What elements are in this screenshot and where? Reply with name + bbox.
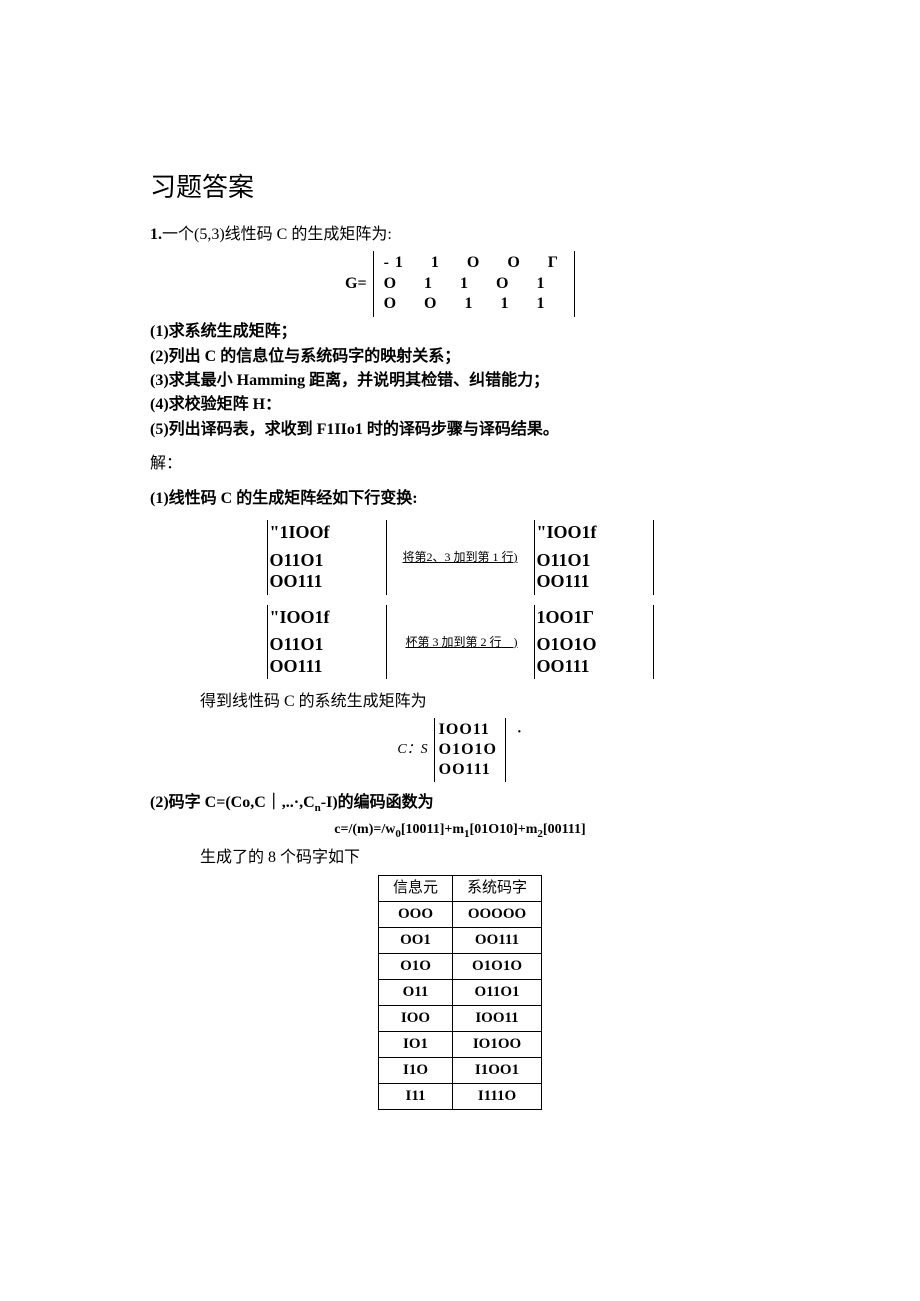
matrix-G-row: O O 1 1 1	[384, 294, 564, 315]
question-4: (4)求校验矩阵 H：	[150, 394, 770, 416]
table-cell: OOO	[378, 902, 452, 928]
transform-matrix-3: "IOO1f O11O1 OO111	[267, 605, 387, 680]
matrix-row: IOO11	[439, 720, 497, 740]
question-3: (3)求其最小 Hamming 距离，并说明其检错、纠错能力；	[150, 370, 770, 392]
matrix-row: "1IOOf	[270, 522, 380, 544]
document-page: 习题答案 1.一个(5,3)线性码 C 的生成矩阵为: G= -1 1 O O …	[0, 0, 920, 1170]
table-cell: I111O	[453, 1084, 542, 1110]
matrix-row: "IOO1f	[270, 607, 380, 629]
gs-label: C：S	[397, 740, 427, 760]
table-cell: IO1OO	[453, 1032, 542, 1058]
matrix-row: OO111	[537, 571, 647, 593]
table-cell: OO1	[378, 928, 452, 954]
table-cell: OOOOO	[453, 902, 542, 928]
codeword-table: 信息元 系统码字 OOOOOOOO OO1OO111 O1OO1O1O O11O…	[378, 875, 542, 1110]
matrix-row: OO111	[270, 656, 380, 678]
question-5: (5)列出译码表，求收到 F1IIo1 时的译码步骤与译码结果。	[150, 419, 770, 441]
part2-intro-b: -I)的编码函数为	[321, 794, 434, 811]
matrix-row: OO111	[537, 656, 647, 678]
solution-label: 解：	[150, 453, 770, 475]
formula-r0: [10011]+m	[401, 822, 464, 837]
formula-lhs: c=/(m)=/w	[334, 822, 395, 837]
table-cell: IOO	[378, 1006, 452, 1032]
question-list: (1)求系统生成矩阵； (2)列出 C 的信息位与系统码字的映射关系； (3)求…	[150, 321, 770, 441]
matrix-row: "IOO1f	[537, 522, 647, 544]
table-cell: I1O	[378, 1058, 452, 1084]
table-cell: O11O1	[453, 980, 542, 1006]
table-cell: OO111	[453, 928, 542, 954]
transform-matrix-4: 1OO1Γ O1O1O OO111	[534, 605, 654, 680]
part1-intro: (1)线性码 C 的生成矩阵经如下行变换:	[150, 488, 770, 510]
table-cell: O1O	[378, 954, 452, 980]
table-header: 信息元	[378, 876, 452, 902]
part2-intro: (2)码字 C=(Co,C｜,..·,Cn-I)的编码函数为	[150, 792, 770, 817]
part2-intro-a: (2)码字 C=(Co,C｜,..·,C	[150, 794, 315, 811]
gs-intro: 得到线性码 C 的系统生成矩阵为	[150, 691, 770, 713]
matrix-row: O11O1	[270, 634, 380, 656]
matrix-row: O1O1O	[439, 740, 497, 760]
question-2: (2)列出 C 的信息位与系统码字的映射关系；	[150, 346, 770, 368]
gs-matrix-body: IOO11 O1O1O OO111	[434, 718, 506, 782]
table-cell: I11	[378, 1084, 452, 1110]
matrix-row: O11O1	[537, 550, 647, 572]
table-cell: O1O1O	[453, 954, 542, 980]
problem-number: 1.	[150, 226, 162, 243]
matrix-G-body: -1 1 O O Γ O 1 1 O 1 O O 1 1 1	[373, 251, 575, 317]
matrix-row: OO111	[439, 760, 497, 780]
matrix-G-row: -1 1 O O Γ	[384, 253, 564, 274]
matrix-row: O1O1O	[537, 634, 647, 656]
matrix-row: O11O1	[270, 550, 380, 572]
table-header: 系统码字	[453, 876, 542, 902]
problem-intro-text: 一个(5,3)线性码 C 的生成矩阵为:	[162, 226, 392, 243]
table-cell: O11	[378, 980, 452, 1006]
matrix-G: G= -1 1 O O Γ O 1 1 O 1 O O 1 1 1	[150, 251, 770, 317]
formula-r2: [00111]	[543, 822, 586, 837]
encoding-formula: c=/(m)=/w0[10011]+m1[01O10]+m2[00111]	[150, 820, 770, 842]
table-cell: I1OO1	[453, 1058, 542, 1084]
matrix-G-label: G=	[345, 273, 367, 295]
question-1: (1)求系统生成矩阵；	[150, 321, 770, 343]
gs-matrix-block: C：S IOO11 O1O1O OO111 ·	[150, 718, 770, 782]
gs-dot: ·	[516, 718, 523, 746]
transform-matrix-1: "1IOOf O11O1 OO111	[267, 520, 387, 595]
formula-r1: [01O10]+m	[470, 822, 538, 837]
table-cell: IO1	[378, 1032, 452, 1058]
matrix-row: OO111	[270, 571, 380, 593]
page-title: 习题答案	[150, 170, 770, 206]
problem-intro: 1.一个(5,3)线性码 C 的生成矩阵为:	[150, 224, 770, 246]
transform-matrix-2: "IOO1f O11O1 OO111	[534, 520, 654, 595]
transform-note-1: 将第2、3 加到第 1 行)	[395, 520, 526, 595]
transform-note-2: 杯第 3 加到第 2 行 )	[395, 605, 526, 680]
table-intro: 生成了的 8 个码字如下	[150, 847, 770, 869]
matrix-row: 1OO1Γ	[537, 607, 647, 629]
matrix-G-row: O 1 1 O 1	[384, 274, 564, 295]
table-cell: IOO11	[453, 1006, 542, 1032]
transformation-table: "1IOOf O11O1 OO111 将第2、3 加到第 1 行) "IOO1f…	[259, 520, 662, 680]
